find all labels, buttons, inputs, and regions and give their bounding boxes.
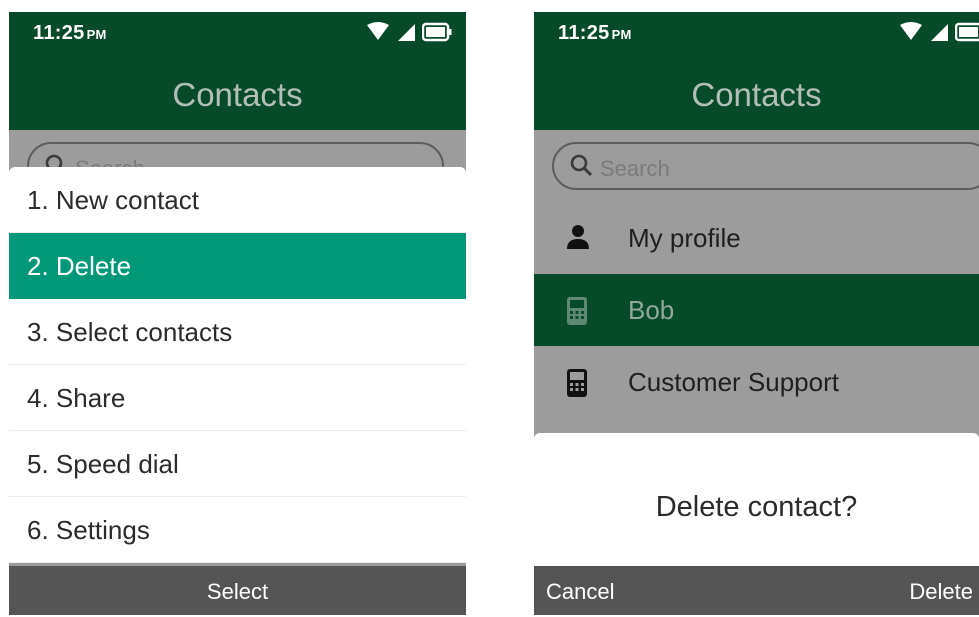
- header: Contacts: [534, 56, 979, 130]
- menu-item-share[interactable]: 4. Share: [9, 365, 466, 431]
- menu-item-new-contact[interactable]: 1. New contact: [9, 167, 466, 233]
- contact-row-customer-support[interactable]: Customer Support: [534, 346, 979, 418]
- person-icon: [567, 225, 589, 249]
- menu-item-speed-dial[interactable]: 5. Speed dial: [9, 431, 466, 497]
- phone-screen-delete-dialog: 11:25 PM Contacts Search My profile Bob C…: [534, 12, 979, 615]
- options-menu: 1. New contact 2. Delete 3. Select conta…: [9, 167, 466, 563]
- status-bar: 11:25 PM: [534, 12, 979, 56]
- confirm-dialog: Delete contact?: [534, 433, 979, 566]
- phone-screen-options-menu: 11:25PM Contacts Search 1. New contact 2…: [9, 12, 466, 615]
- softkey-cancel[interactable]: Cancel: [546, 579, 614, 605]
- menu-item-settings[interactable]: 6. Settings: [9, 497, 466, 563]
- contact-name: Customer Support: [628, 367, 839, 397]
- menu-item-delete[interactable]: 2. Delete: [9, 233, 466, 299]
- dialog-message: Delete contact?: [655, 491, 858, 523]
- wifi-icon: [900, 22, 922, 40]
- battery-icon: [955, 22, 979, 42]
- phone-icon: [567, 297, 587, 325]
- contact-row-bob[interactable]: Bob: [534, 274, 979, 346]
- search-input[interactable]: Search: [552, 142, 979, 190]
- softkey-delete[interactable]: Delete: [909, 579, 973, 605]
- contact-row-my-profile[interactable]: My profile: [534, 202, 979, 274]
- menu-item-select-contacts[interactable]: 3. Select contacts: [9, 299, 466, 365]
- phone-icon: [567, 369, 587, 397]
- page-title: Contacts: [172, 76, 303, 113]
- search-icon: [570, 154, 593, 177]
- status-time: 11:25 PM: [558, 22, 632, 44]
- softkey-bar: Cancel Delete: [534, 566, 979, 615]
- status-time: 11:25 PM: [33, 22, 107, 44]
- status-bar: 11:25 PM: [9, 12, 466, 56]
- softkey-select[interactable]: Select: [9, 579, 466, 605]
- contact-name: Bob: [628, 295, 675, 325]
- signal-icon: [398, 24, 415, 41]
- wifi-icon: [367, 22, 389, 40]
- softkey-bar: Select: [9, 566, 466, 615]
- page-title: Contacts: [691, 76, 822, 113]
- battery-icon: [422, 22, 452, 42]
- search-area: Search: [534, 130, 979, 194]
- contact-name: My profile: [628, 223, 741, 253]
- signal-icon: [931, 24, 948, 41]
- header: Contacts: [9, 56, 466, 130]
- search-placeholder: Search: [600, 156, 670, 181]
